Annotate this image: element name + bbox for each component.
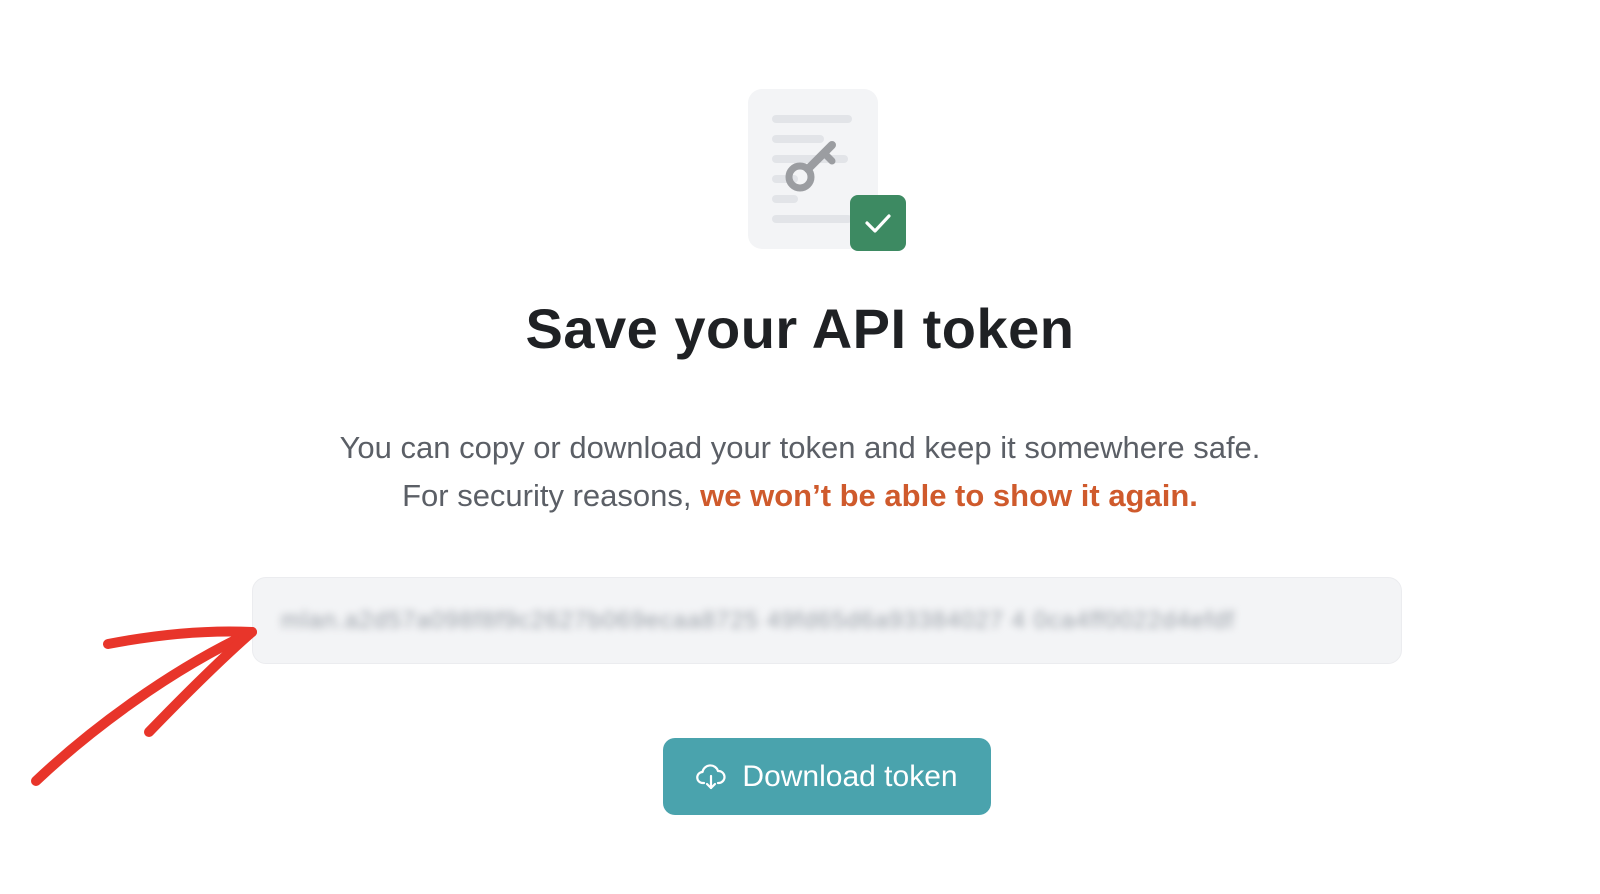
token-value[interactable]: mlan.a2d57a098f8f9c2627b069ecaa8725 49fd… [281,607,1235,635]
download-token-button[interactable]: Download token [663,738,991,815]
warning-text: we won’t be able to show it again. [700,478,1198,513]
token-illustration [748,89,908,251]
description-line-2-prefix: For security reasons, [402,478,701,513]
cloud-download-icon [696,762,727,792]
description-line-1: You can copy or download your token and … [339,430,1261,465]
save-token-page: Save your API token You can copy or down… [0,0,1600,894]
download-token-label: Download token [742,759,958,793]
description-line-2: For security reasons, we won’t be able t… [0,472,1600,520]
token-field[interactable]: mlan.a2d57a098f8f9c2627b069ecaa8725 49fd… [252,577,1402,664]
check-badge [850,195,906,251]
key-icon [785,141,836,192]
red-arrow-annotation [31,626,257,786]
description: You can copy or download your token and … [0,424,1600,520]
check-icon [865,214,891,233]
page-title: Save your API token [525,297,1075,360]
